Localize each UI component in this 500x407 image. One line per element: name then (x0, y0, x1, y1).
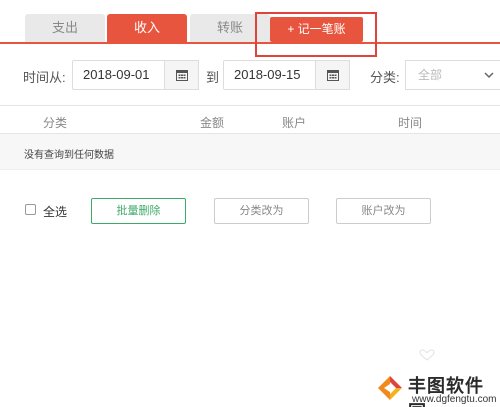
bulk-actions: 全选 批量删除 分类改为 账户改为 (0, 195, 500, 229)
date-to-label: 到 (206, 70, 220, 85)
heart-icon (419, 349, 435, 361)
batch-delete-button[interactable]: 批量删除 (91, 198, 186, 224)
table-header: 分类 金额 账户 时间 (0, 105, 500, 134)
category-select[interactable]: 全部 (405, 60, 500, 90)
type-tabs: 支出 收入 转账 (0, 0, 500, 44)
select-all-label[interactable]: 全选 (43, 203, 67, 220)
filter-bar: 时间从: 2018-09-01 到 2018-09-15 分类: 全部 (0, 57, 500, 93)
empty-message: 没有查询到任何数据 (24, 150, 114, 161)
tab-income[interactable]: 收入 (107, 14, 187, 42)
tabs-underline (0, 42, 500, 44)
annotation-highlight-box (255, 12, 377, 57)
tab-expense[interactable]: 支出 (25, 14, 105, 42)
empty-row: 没有查询到任何数据 (0, 134, 500, 170)
column-header-time: 时间 (398, 116, 423, 130)
change-category-button[interactable]: 分类改为 (214, 198, 309, 224)
watermark-url: www.dgfengtu.com (412, 394, 497, 405)
calendar-icon[interactable] (316, 60, 350, 90)
column-header-account: 账户 (282, 116, 307, 130)
column-header-amount: 金额 (200, 116, 225, 130)
date-to-input[interactable]: 2018-09-15 (223, 60, 316, 90)
category-select-value: 全部 (418, 68, 443, 82)
date-from-label: 时间从: (23, 70, 66, 85)
date-from-input[interactable]: 2018-09-01 (72, 60, 165, 90)
chevron-down-icon (484, 72, 494, 79)
category-label: 分类: (370, 70, 400, 85)
change-account-button[interactable]: 账户改为 (336, 198, 431, 224)
watermark-logo-icon (378, 376, 402, 400)
calendar-icon[interactable] (165, 60, 199, 90)
column-header-category: 分类 (43, 116, 68, 130)
select-all-checkbox[interactable] (25, 204, 36, 215)
